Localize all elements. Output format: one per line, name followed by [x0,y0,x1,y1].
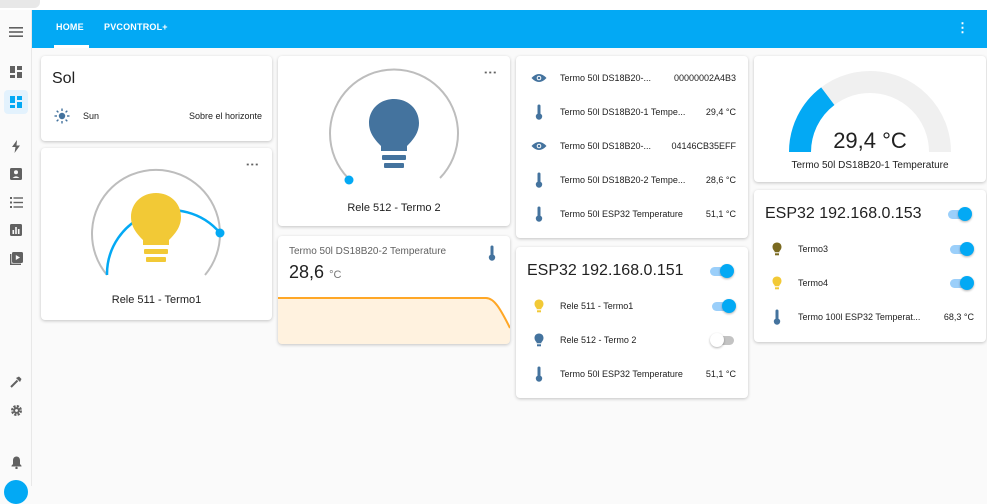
bulb-icon [768,240,786,258]
entity-row[interactable]: Termo4 [768,273,974,293]
gauge-card[interactable]: 29,4 °C Termo 50l DS18B20-1 Temperature [754,56,986,182]
light-name: Rele 512 - Termo 2 [347,202,441,214]
menu-icon[interactable] [4,20,28,44]
entities-card: Termo 50l DS18B20-... 00000002A4B3 Termo… [516,56,748,238]
entity-name: Termo 50l ESP32 Temperature [560,209,683,219]
entity-row[interactable]: Termo 50l DS18B20-... 00000002A4B3 [530,68,736,88]
active-tab-indicator [54,45,89,48]
light-card-rele511[interactable]: ⋮ Rele 511 - Termo1 [41,148,272,320]
entity-row[interactable]: Termo 50l DS18B20-1 Tempe... 29,4 °C [530,102,736,122]
sun-card: Sol Sun Sobre el horizonte [41,56,272,141]
user-avatar[interactable] [4,480,28,504]
card-title: Sol [52,70,76,87]
thermometer-icon [768,308,786,326]
entity-row[interactable]: Termo3 [768,239,974,259]
entity-name: Rele 511 - Termo1 [560,301,634,311]
media-icon[interactable] [4,246,28,270]
logbook-icon[interactable] [4,162,28,186]
dashboard-active-icon[interactable] [4,90,28,114]
entity-value: 28,6 °C [705,175,736,185]
entity-row[interactable]: Rele 511 - Termo1 [530,296,736,316]
header-toggle[interactable] [708,264,734,278]
energy-icon[interactable] [4,134,28,158]
entity-name: Termo3 [798,244,829,254]
entity-name: Termo4 [798,278,829,288]
entity-name: Rele 512 - Termo 2 [560,335,637,345]
header-menu-icon[interactable]: ⋮ [956,21,969,34]
browser-top-strip [0,0,987,10]
entity-value: 51,1 °C [705,209,736,219]
card-title: ESP32 192.168.0.153 [765,205,922,222]
esp32-153-card: ESP32 192.168.0.153 Termo3 Termo4 Termo … [754,190,986,342]
sidebar [0,10,32,504]
more-info-icon[interactable]: ⋮ [483,66,498,78]
card-title: ESP32 192.168.0.151 [527,262,684,279]
sensor-value-number: 28,6 [289,262,325,282]
entity-value: 04146CB35EFF [671,141,736,151]
sun-icon [53,107,71,125]
thermometer-icon [530,171,548,189]
notifications-icon[interactable] [4,450,28,474]
entity-row[interactable]: Termo 50l ESP32 Temperature 51,1 °C [530,204,736,224]
settings-icon[interactable] [4,398,28,422]
header-toggle[interactable] [946,207,972,221]
eye-icon [530,69,548,87]
browser-tab-stub [0,0,40,8]
tab-pvcontrol[interactable]: PVCONTROL+ [104,22,168,32]
light-card-rele512[interactable]: ⋮ Rele 512 - Termo 2 [278,56,510,226]
thermometer-icon [530,205,548,223]
entity-row[interactable]: Termo 100l ESP32 Temperat... 68,3 °C [768,307,974,327]
entity-name: Termo 50l DS18B20-... [560,141,652,151]
gauge-value: 29,4 °C [833,128,907,153]
entity-name: Termo 50l DS18B20-1 Tempe... [560,107,686,117]
termo3-toggle[interactable] [948,242,974,256]
light-name: Rele 511 - Termo1 [111,294,202,306]
more-info-icon[interactable]: ⋮ [245,158,260,170]
app-header: HOME PVCONTROL+ ⋮ [32,10,987,48]
entity-row[interactable]: Termo 50l DS18B20-2 Tempe... 28,6 °C [530,170,736,190]
list-icon[interactable] [4,190,28,214]
developer-tools-icon[interactable] [4,370,28,394]
bulb-icon[interactable] [367,97,421,171]
bulb-icon [530,297,548,315]
entity-row[interactable]: Termo 50l ESP32 Temperature 51,1 °C [530,364,736,384]
bulb-icon [768,274,786,292]
gauge-name: Termo 50l DS18B20-1 Temperature [791,160,949,171]
sensor-name: Termo 50l DS18B20-2 Temperature [289,246,447,257]
rele512-toggle[interactable] [710,333,736,347]
thermometer-icon [530,365,548,383]
entity-name: Termo 50l ESP32 Temperature [560,369,683,379]
sensor-value: 28,6 °C [289,262,341,283]
entity-name: Sun [83,111,100,121]
thermometer-icon [530,103,548,121]
tab-home[interactable]: HOME [56,22,84,32]
bulb-icon[interactable] [129,191,183,265]
entity-row[interactable]: Termo 50l DS18B20-... 04146CB35EFF [530,136,736,156]
bulb-icon [530,331,548,349]
thermometer-icon [488,245,496,266]
entity-name: Termo 50l DS18B20-2 Tempe... [560,175,686,185]
entity-name: Termo 50l DS18B20-... [560,73,652,83]
sensor-card[interactable]: Termo 50l DS18B20-2 Temperature 28,6 °C [278,236,510,344]
entity-value: 00000002A4B3 [673,73,736,83]
entity-value: 68,3 °C [943,312,974,322]
entity-value: 29,4 °C [705,107,736,117]
rele511-toggle[interactable] [710,299,736,313]
sensor-unit: °C [329,269,342,281]
esp32-151-card: ESP32 192.168.0.151 Rele 511 - Termo1 Re… [516,247,748,398]
entity-value: 51,1 °C [705,369,736,379]
entity-state: Sobre el horizonte [188,111,262,121]
eye-icon [530,137,548,155]
history-icon[interactable] [4,218,28,242]
entity-row[interactable]: Rele 512 - Termo 2 [530,330,736,350]
sensor-graph[interactable] [278,294,510,344]
dashboard-icon[interactable] [4,60,28,84]
termo4-toggle[interactable] [948,276,974,290]
entity-row[interactable]: Sun Sobre el horizonte [53,106,262,126]
entity-name: Termo 100l ESP32 Temperat... [798,312,921,322]
